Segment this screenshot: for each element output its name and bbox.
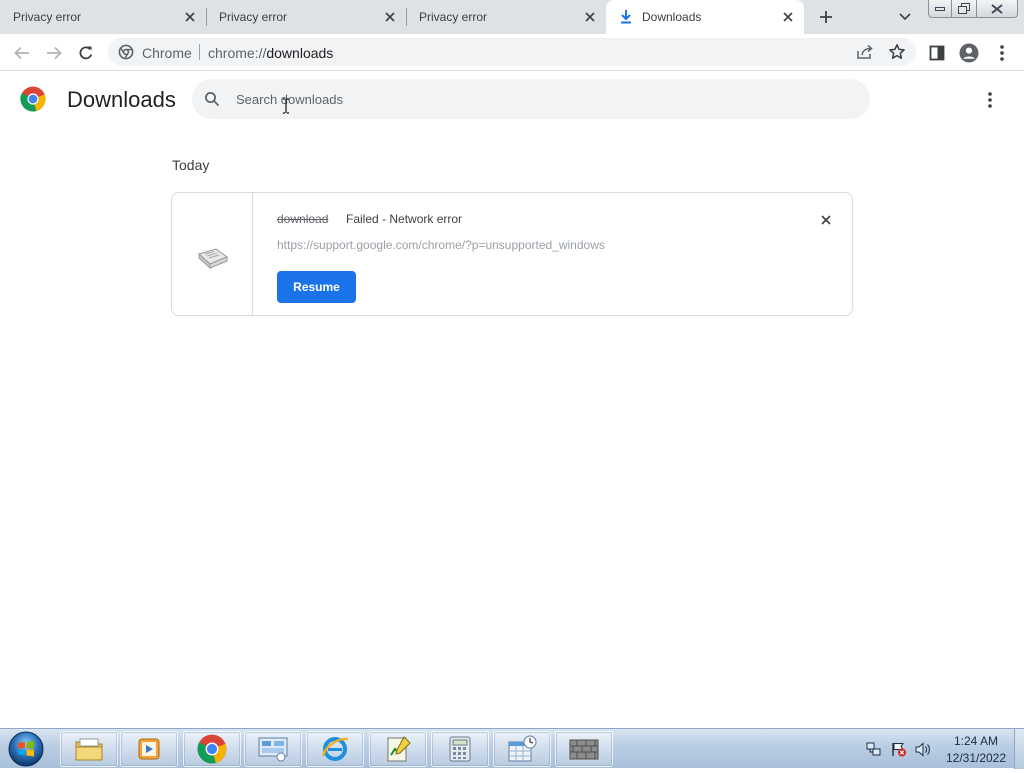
remove-from-list-button[interactable] — [816, 210, 836, 230]
start-button[interactable] — [6, 730, 46, 768]
downloads-menu-button[interactable] — [978, 88, 1002, 112]
star-icon[interactable] — [888, 43, 906, 61]
restore-button[interactable] — [951, 0, 977, 18]
taskbar-notepad[interactable] — [369, 731, 427, 767]
taskbar-scheduler[interactable] — [493, 731, 551, 767]
tab-privacy-error-2[interactable]: Privacy error — [206, 0, 407, 34]
firewall-icon — [569, 739, 599, 760]
taskbar-firewall[interactable] — [555, 731, 613, 767]
show-desktop-button[interactable] — [1014, 729, 1024, 769]
chrome-page-icon[interactable] — [118, 44, 134, 60]
close-icon[interactable] — [382, 9, 398, 25]
reload-button[interactable] — [73, 40, 99, 66]
close-icon — [821, 215, 831, 225]
tab-privacy-error-3[interactable]: Privacy error — [406, 0, 606, 34]
taskbar-internet-explorer[interactable] — [306, 731, 364, 767]
side-panel-icon — [929, 45, 945, 61]
forward-button[interactable] — [41, 40, 67, 66]
minimize-icon — [935, 6, 945, 11]
clock-time[interactable]: 1:24 AM — [946, 734, 1006, 748]
windows-logo-icon — [8, 731, 44, 767]
tab-privacy-error-1[interactable]: Privacy error — [0, 0, 207, 34]
tab-strip: Privacy error Privacy error Privacy erro… — [0, 0, 1024, 34]
close-icon[interactable] — [780, 9, 796, 25]
address-bar[interactable]: Chrome chrome://downloads — [108, 38, 916, 66]
resume-button[interactable]: Resume — [277, 271, 356, 303]
close-icon[interactable] — [182, 9, 198, 25]
profile-button[interactable] — [956, 40, 982, 66]
search-icon[interactable] — [204, 91, 220, 107]
chrome-icon — [197, 734, 227, 764]
date-section-header: Today — [172, 157, 210, 173]
volume-icon[interactable] — [915, 742, 931, 757]
url-scheme: chrome:// — [208, 45, 267, 61]
system-tray: 1:24 AM 12/31/2022 — [862, 729, 1024, 769]
chrome-logo-icon — [20, 86, 46, 112]
chevron-down-icon — [899, 13, 911, 21]
plus-icon — [820, 11, 832, 23]
more-vert-icon — [988, 92, 992, 108]
tab-downloads[interactable]: Downloads — [606, 0, 804, 34]
tab-title: Privacy error — [419, 10, 488, 24]
download-icon — [619, 9, 633, 25]
control-panel-icon — [258, 737, 288, 762]
arrow-right-icon — [47, 46, 62, 60]
downloads-toolbar: Downloads — [0, 72, 1024, 128]
file-icon-cell — [172, 193, 253, 315]
search-input[interactable] — [236, 89, 836, 109]
source-url: https://support.google.com/chrome/?p=uns… — [277, 238, 605, 252]
side-panel-button[interactable] — [924, 40, 950, 66]
file-explorer-icon — [75, 738, 103, 761]
omnibox-divider — [199, 44, 200, 60]
scheduler-icon — [508, 735, 537, 762]
media-player-icon — [138, 738, 160, 760]
omnibox-chip: Chrome — [142, 45, 192, 61]
back-button[interactable] — [9, 40, 35, 66]
more-vert-icon — [1000, 45, 1004, 61]
avatar-icon — [959, 43, 979, 63]
internet-explorer-icon — [321, 737, 349, 761]
search-downloads-box[interactable] — [192, 79, 870, 119]
tab-title: Privacy error — [219, 10, 288, 24]
taskbar-media-player[interactable] — [120, 731, 178, 767]
file-icon — [196, 245, 230, 271]
new-tab-button[interactable] — [814, 6, 838, 28]
tab-title: Downloads — [642, 10, 702, 24]
file-name: download — [277, 212, 329, 226]
network-icon[interactable] — [866, 742, 882, 757]
restore-icon — [958, 2, 970, 14]
calculator-icon — [449, 736, 471, 762]
taskbar-calculator[interactable] — [431, 731, 489, 767]
arrow-left-icon — [14, 46, 29, 60]
download-status: Failed - Network error — [346, 212, 463, 226]
chrome-menu-button[interactable] — [989, 40, 1015, 66]
taskbar-chrome[interactable] — [183, 731, 241, 767]
window-close-button[interactable] — [976, 0, 1018, 18]
close-icon[interactable] — [582, 9, 598, 25]
clock-date[interactable]: 12/31/2022 — [940, 751, 1012, 765]
tab-search-button[interactable] — [894, 6, 916, 28]
browser-toolbar: Chrome chrome://downloads — [0, 34, 1024, 71]
action-center-flag-icon[interactable] — [891, 742, 907, 757]
tab-title: Privacy error — [13, 10, 82, 24]
share-icon[interactable] — [856, 44, 874, 60]
taskbar-control-panel[interactable] — [244, 731, 302, 767]
omnibox-url[interactable]: chrome://downloads — [208, 45, 333, 61]
reload-icon — [79, 46, 93, 60]
download-item: download Failed - Network error https://… — [171, 192, 853, 316]
text-cursor-icon — [282, 98, 290, 114]
taskbar-file-explorer[interactable] — [60, 731, 118, 767]
windows-taskbar: 1:24 AM 12/31/2022 — [0, 728, 1024, 769]
minimize-button[interactable] — [928, 0, 952, 18]
url-host: downloads — [266, 45, 334, 61]
notepad-chart-icon — [387, 736, 411, 762]
page-title: Downloads — [67, 87, 176, 112]
close-icon — [991, 3, 1003, 14]
